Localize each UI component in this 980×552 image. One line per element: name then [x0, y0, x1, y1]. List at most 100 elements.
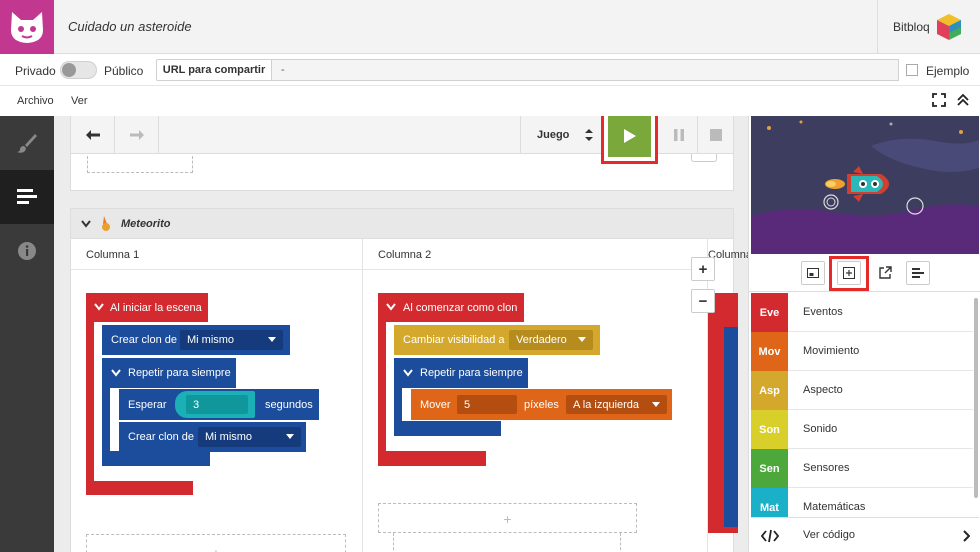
event-block-foot: [378, 451, 486, 466]
list-icon: [912, 268, 924, 278]
chevron-down-icon[interactable]: [386, 303, 396, 311]
fullscreen-icon[interactable]: [932, 93, 946, 110]
repeat-forever-block[interactable]: Repetir para siempre: [102, 358, 236, 388]
undo-button[interactable]: [71, 116, 115, 154]
dropdown-value: Mi mismo: [187, 334, 235, 346]
header-divider: [877, 0, 878, 54]
stop-button[interactable]: [697, 116, 734, 154]
direction-dropdown[interactable]: A la izquierda: [566, 395, 667, 414]
nested-dropzone: [393, 533, 621, 552]
sidebar-item-blocks[interactable]: [0, 170, 54, 224]
zoom-control-stub: [691, 154, 717, 162]
block-label: Crear clon de: [111, 334, 178, 346]
mode-label: Juego: [537, 129, 570, 141]
column-divider: [71, 269, 362, 270]
column-divider: [363, 269, 707, 270]
chevron-down-icon[interactable]: [94, 303, 104, 311]
event-block-clone-start[interactable]: Al comenzar como clon: [378, 293, 524, 322]
category-movimiento[interactable]: Mov Movimiento: [751, 332, 973, 371]
move-pixels-input[interactable]: 5: [457, 395, 517, 414]
example-checkbox[interactable]: [906, 64, 918, 76]
app-logo[interactable]: [0, 0, 54, 54]
menu-archivo[interactable]: Archivo: [17, 95, 54, 107]
public-label: Público: [104, 64, 144, 78]
clone-target-dropdown-2[interactable]: Mi mismo: [198, 427, 301, 447]
clone-target-dropdown[interactable]: Mi mismo: [180, 330, 283, 350]
event-block-frame: [86, 293, 94, 495]
column-2: Columna 2 Al comenzar como clon Cambiar …: [363, 239, 708, 552]
share-url-field[interactable]: -: [272, 59, 899, 81]
pause-button[interactable]: [660, 116, 697, 154]
visibility-toggle[interactable]: [60, 61, 97, 79]
category-aspecto[interactable]: Asp Aspecto: [751, 371, 973, 410]
stage-scene: [751, 116, 979, 254]
code-blocks-icon: [17, 189, 37, 204]
chevron-down-icon[interactable]: [111, 369, 121, 377]
chevron-right-icon: [963, 530, 970, 542]
open-external-button[interactable]: [873, 261, 897, 285]
category-tag: Son: [751, 410, 788, 449]
play-icon: [623, 128, 636, 143]
menu-ver[interactable]: Ver: [71, 95, 88, 107]
control-block-frame: [724, 327, 738, 527]
share-bar: Privado Público URL para compartir - Eje…: [0, 54, 980, 86]
event-block-foot: [86, 481, 193, 495]
mode-select[interactable]: Juego: [520, 116, 603, 154]
block-workspace: Juego Meteorito Columna 1 Al iniciar la …: [54, 116, 748, 552]
small-stage-button[interactable]: [801, 261, 825, 285]
repeat-forever-block[interactable]: Repetir para siempre: [394, 358, 528, 388]
play-button[interactable]: [608, 116, 651, 157]
plus-icon: +: [503, 511, 512, 527]
code-icon: [761, 529, 779, 543]
section-header[interactable]: Meteorito: [71, 209, 733, 239]
zoom-in-button[interactable]: +: [691, 257, 715, 281]
category-tag: Mat: [751, 488, 788, 517]
category-eventos[interactable]: Eve Eventos: [751, 293, 973, 332]
chevron-down-icon[interactable]: [403, 369, 413, 377]
category-scrollbar[interactable]: [974, 298, 978, 498]
fox-logo-icon: [11, 12, 43, 43]
project-title[interactable]: Cuidado un asteroide: [68, 19, 192, 34]
view-code-label: Ver código: [803, 529, 855, 541]
sidebar-item-info[interactable]: [0, 224, 54, 278]
add-block-dropzone[interactable]: +: [378, 503, 637, 533]
dropdown-value: A la izquierda: [573, 398, 640, 411]
block-label: Crear clon de: [128, 431, 195, 443]
caret-down-icon: [652, 402, 660, 407]
collapse-icon[interactable]: [956, 93, 970, 110]
block-label: Cambiar visibilidad a: [403, 334, 505, 346]
redo-icon: [129, 130, 144, 140]
repeat-block-foot: [394, 421, 501, 436]
category-name: Sensores: [803, 462, 850, 474]
category-sensores[interactable]: Sen Sensores: [751, 449, 973, 488]
block-label: Mover: [420, 398, 451, 411]
updown-icon: [585, 129, 593, 141]
large-stage-button[interactable]: [837, 261, 861, 285]
column-3: Columna 3: [708, 239, 748, 552]
brand-name: Bitbloq: [893, 20, 930, 34]
pause-icon: [673, 129, 684, 141]
dropdown-value: Verdadero: [516, 334, 567, 346]
toggle-knob: [62, 63, 76, 77]
visibility-dropdown[interactable]: Verdadero: [509, 330, 593, 350]
event-block-start[interactable]: Al iniciar la escena: [86, 293, 208, 322]
sidebar-item-design[interactable]: [0, 116, 54, 170]
add-block-dropzone[interactable]: +: [86, 534, 346, 552]
view-code-row[interactable]: Ver código: [751, 517, 979, 552]
blocks-view-button[interactable]: [906, 261, 930, 285]
move-unit-label: píxeles: [524, 398, 559, 411]
share-url-button[interactable]: URL para compartir: [156, 59, 272, 81]
expand-icon: [843, 267, 855, 279]
chevron-down-icon[interactable]: [81, 220, 91, 228]
drop-zone[interactable]: [87, 156, 193, 173]
undo-icon: [85, 130, 100, 140]
plus-icon: +: [212, 545, 220, 552]
external-link-icon: [879, 266, 892, 279]
redo-button[interactable]: [115, 116, 159, 154]
category-matematicas[interactable]: Mat Matemáticas: [751, 488, 973, 517]
category-sonido[interactable]: Son Sonido: [751, 410, 973, 449]
wait-seconds-input[interactable]: 3: [186, 395, 248, 414]
private-label: Privado: [15, 64, 56, 78]
game-stage[interactable]: [751, 116, 979, 254]
zoom-out-button[interactable]: −: [691, 289, 715, 313]
